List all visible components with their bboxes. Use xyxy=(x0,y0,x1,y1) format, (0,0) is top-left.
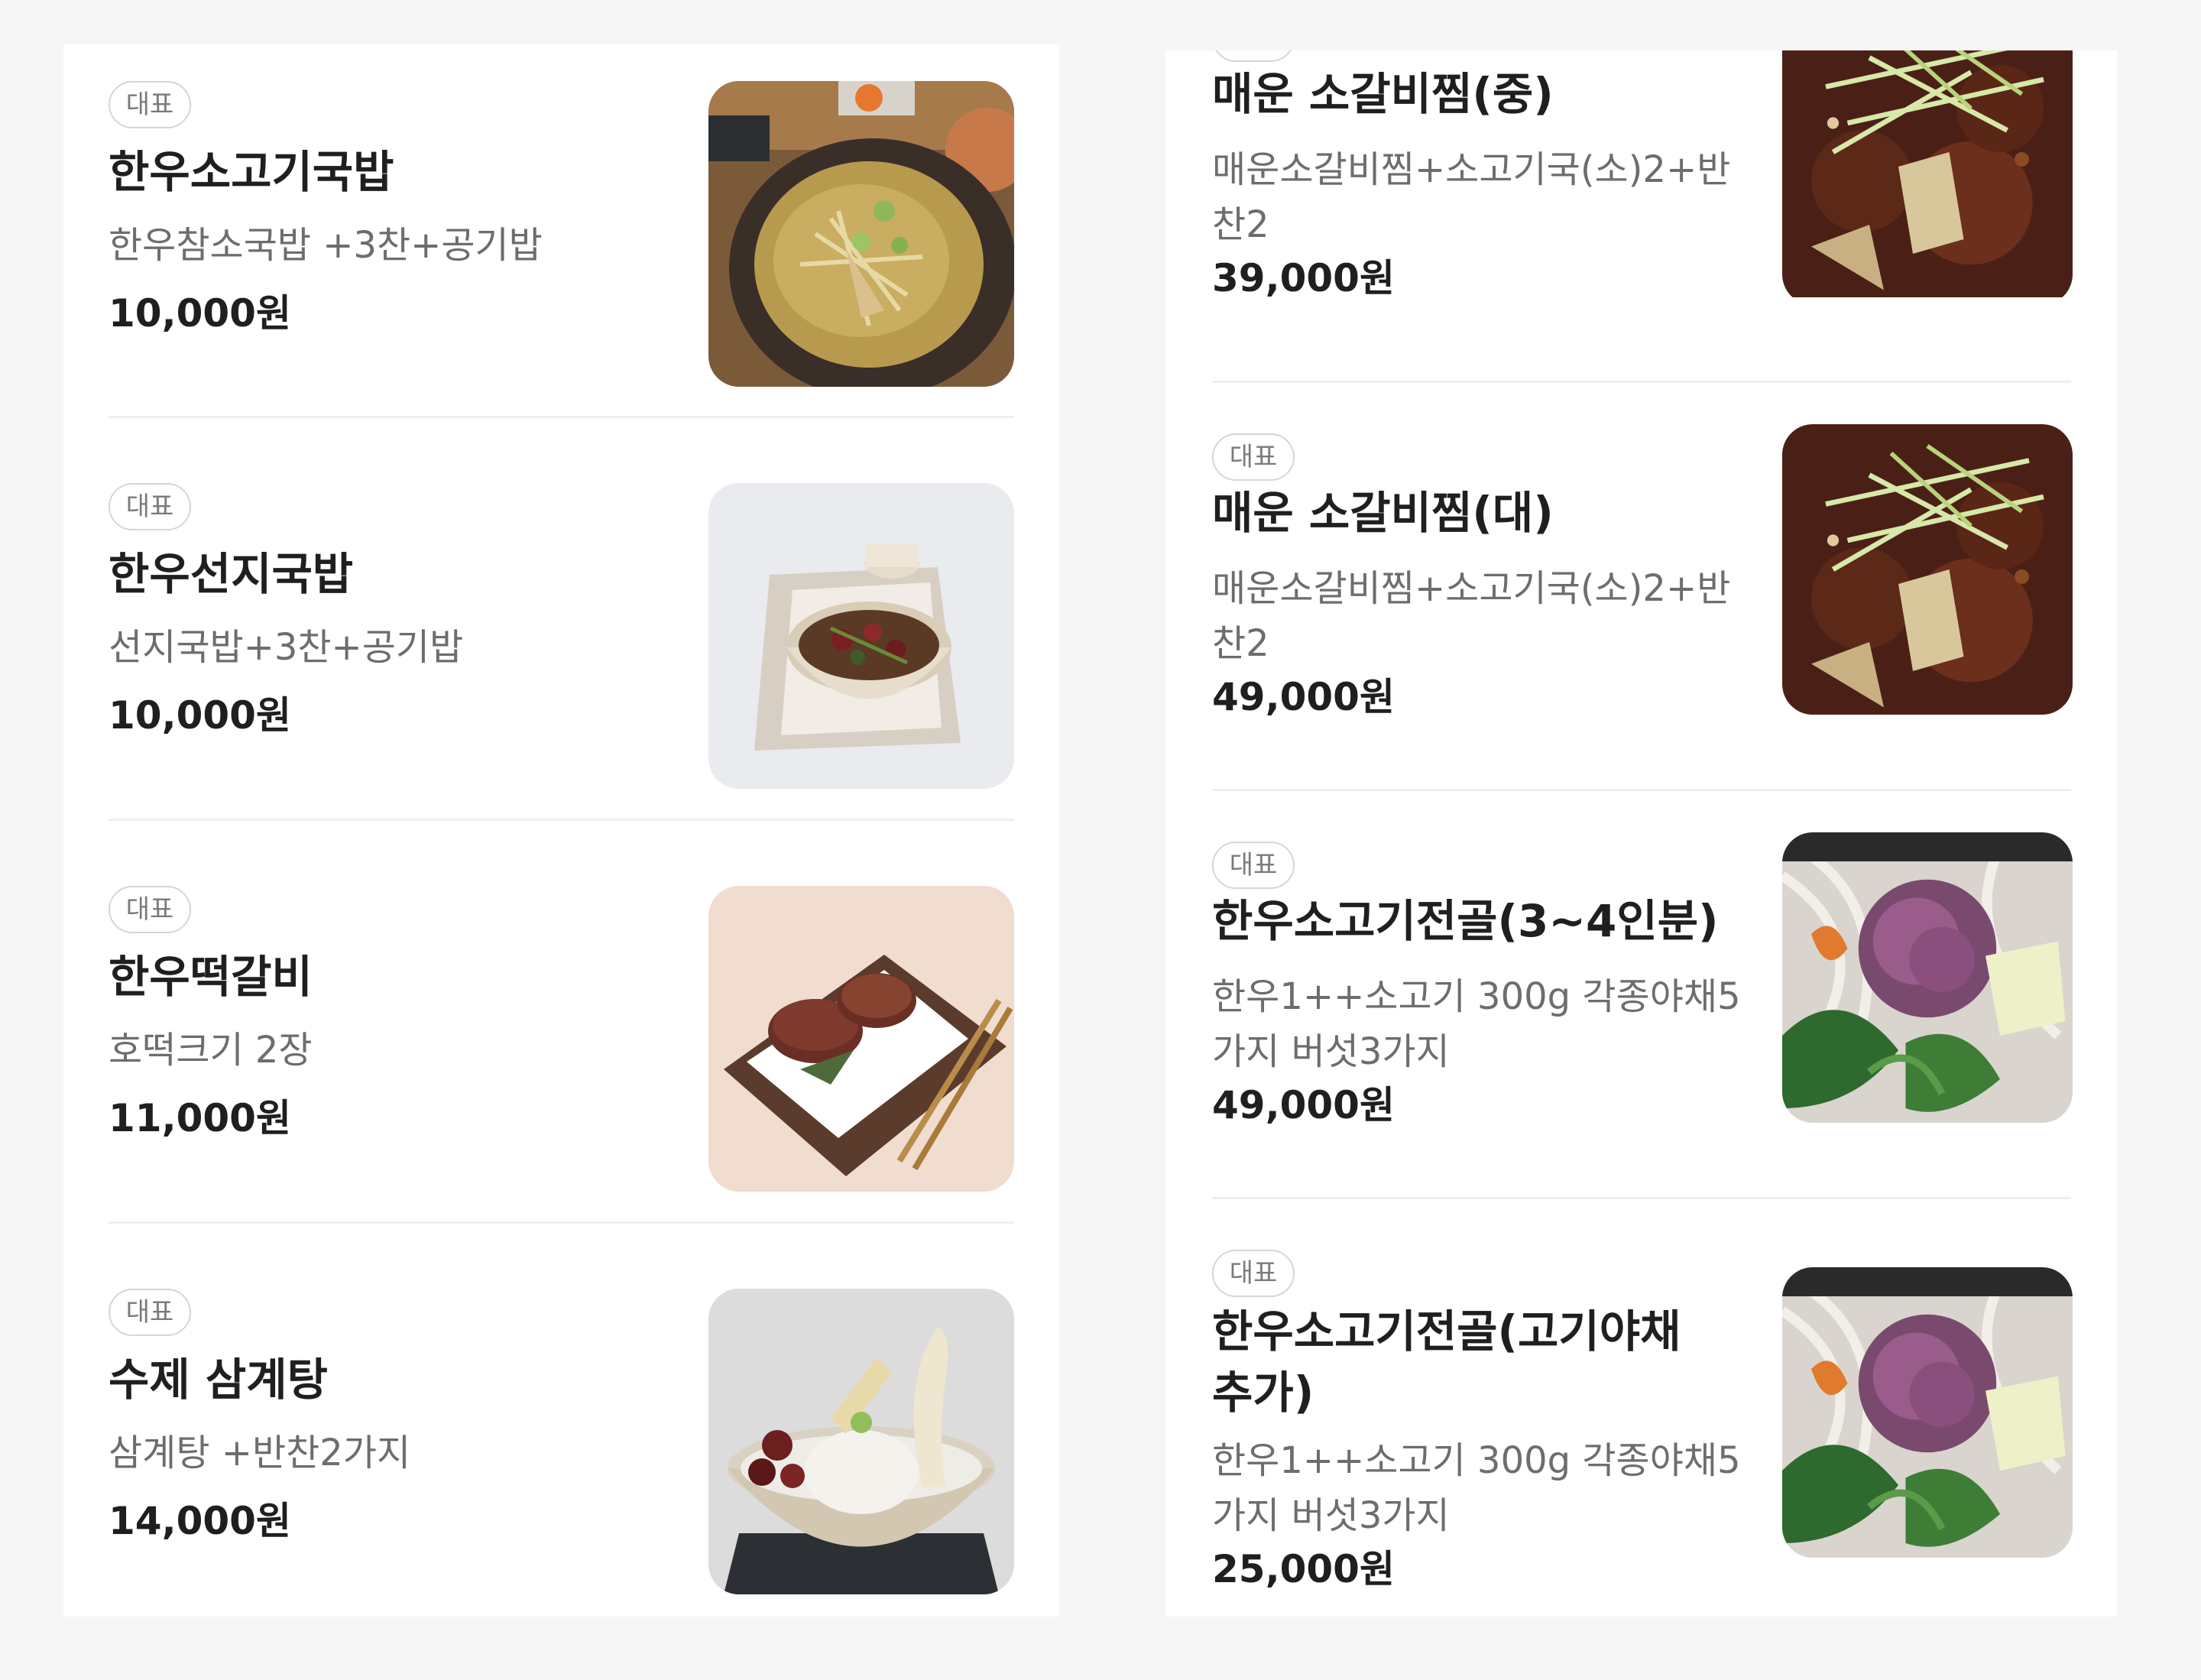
menu-item-price: 39,000원 xyxy=(1212,256,1395,300)
menu-item-name: 한우소고기전골(고기야채추가) xyxy=(1212,1305,1681,1419)
menu-item-price: 11,000원 xyxy=(109,1096,291,1140)
menu-item-description: 호떡크기 2장 xyxy=(109,1029,313,1072)
menu-item-price: 10,000원 xyxy=(109,291,291,336)
divider xyxy=(1212,381,2071,383)
menu-list-left: 대표 한우소고기국밥 한우참소국밥 +3찬+공기밥 10,000원 대표 한우선… xyxy=(63,44,1059,1617)
menu-item-image[interactable] xyxy=(708,1289,1014,1594)
menu-item-image[interactable] xyxy=(708,81,1014,387)
divider xyxy=(109,416,1014,418)
menu-item-image[interactable] xyxy=(1782,832,2073,1123)
spicy-braised-short-ribs-photo xyxy=(1782,424,2073,715)
menu-item[interactable]: 대표 한우소고기전골(3~4인분) 한우1++소고기 300g 각종야채5가지 … xyxy=(1212,832,2073,1170)
menu-item-image[interactable] xyxy=(708,483,1014,789)
spicy-braised-short-ribs-photo xyxy=(1782,50,2073,297)
menu-item-description: 한우1++소고기 300g 각종야채5가지 버섯3가지 xyxy=(1212,1439,1741,1537)
signature-badge: 대표 xyxy=(109,886,191,933)
menu-item[interactable]: 대표 한우소고기전골(고기야채추가) 한우1++소고기 300g 각종야채5가지… xyxy=(1212,1250,2073,1617)
menu-item[interactable]: 대표 매운 소갈비찜(중) 매운소갈비찜+소고기국(소)2+반찬2 39,000… xyxy=(1212,50,2073,343)
menu-item[interactable]: 대표 매운 소갈비찜(대) 매운소갈비찜+소고기국(소)2+반찬2 49,000… xyxy=(1212,424,2073,762)
menu-item-price: 49,000원 xyxy=(1212,1083,1395,1127)
divider xyxy=(109,1221,1014,1224)
menu-item-image[interactable] xyxy=(1782,1267,2073,1558)
menu-item-name: 한우소고기국밥 xyxy=(109,146,394,198)
blood-sausage-soup-photo xyxy=(708,483,1014,789)
menu-item-name: 수제 삼계탕 xyxy=(109,1354,328,1406)
signature-badge: 대표 xyxy=(1212,50,1295,62)
menu-item-name: 한우떡갈비 xyxy=(109,951,313,1003)
divider xyxy=(109,819,1014,821)
menu-item-description: 매운소갈비찜+소고기국(소)2+반찬2 xyxy=(1212,567,1731,665)
divider xyxy=(1212,789,2071,791)
menu-item-price: 14,000원 xyxy=(109,1499,291,1543)
menu-item-description: 삼계탕 +반찬2가지 xyxy=(109,1432,411,1474)
beef-hot-pot-photo xyxy=(1782,832,2073,1123)
menu-item-name: 매운 소갈비찜(대) xyxy=(1212,487,1554,539)
menu-item-description: 선지국밥+3찬+공기밥 xyxy=(109,626,464,669)
signature-badge: 대표 xyxy=(109,483,191,530)
beef-hot-pot-photo xyxy=(1782,1267,2073,1558)
menu-item-image[interactable] xyxy=(1782,50,2073,305)
ginseng-chicken-soup-photo xyxy=(708,1289,1014,1594)
signature-badge: 대표 xyxy=(1212,433,1295,481)
menu-item[interactable]: 대표 한우소고기국밥 한우참소국밥 +3찬+공기밥 10,000원 xyxy=(109,81,1014,410)
menu-item-price: 25,000원 xyxy=(1212,1547,1395,1591)
menu-list-right: 대표 매운 소갈비찜(중) 매운소갈비찜+소고기국(소)2+반찬2 39,000… xyxy=(1165,50,2117,1617)
menu-item-name: 한우선지국밥 xyxy=(109,548,354,600)
menu-item[interactable]: 대표 수제 삼계탕 삼계탕 +반찬2가지 14,000원 xyxy=(109,1289,1014,1617)
menu-item-description: 한우참소국밥 +3찬+공기밥 xyxy=(109,224,543,267)
menu-screenshot: 대표 한우소고기국밥 한우참소국밥 +3찬+공기밥 10,000원 대표 한우선… xyxy=(0,0,2201,1680)
menu-item-name: 매운 소갈비찜(중) xyxy=(1212,68,1554,120)
menu-item-description: 한우1++소고기 300g 각종야채5가지 버섯3가지 xyxy=(1212,975,1741,1073)
signature-badge: 대표 xyxy=(109,81,191,128)
menu-item-price: 49,000원 xyxy=(1212,675,1395,719)
beef-soup-rice-photo xyxy=(708,81,1014,387)
signature-badge: 대표 xyxy=(1212,1250,1295,1297)
divider xyxy=(1212,1197,2071,1199)
signature-badge: 대표 xyxy=(109,1289,191,1336)
grilled-short-rib-patty-photo xyxy=(708,886,1014,1192)
menu-item[interactable]: 대표 한우선지국밥 선지국밥+3찬+공기밥 10,000원 xyxy=(109,483,1014,812)
menu-item-image[interactable] xyxy=(1782,424,2073,715)
menu-item-price: 10,000원 xyxy=(109,693,291,738)
menu-item-image[interactable] xyxy=(708,886,1014,1192)
menu-item[interactable]: 대표 한우떡갈비 호떡크기 2장 11,000원 xyxy=(109,886,1014,1215)
signature-badge: 대표 xyxy=(1212,842,1295,889)
menu-item-name: 한우소고기전골(3~4인분) xyxy=(1212,895,1719,947)
menu-item-description: 매운소갈비찜+소고기국(소)2+반찬2 xyxy=(1212,148,1731,246)
